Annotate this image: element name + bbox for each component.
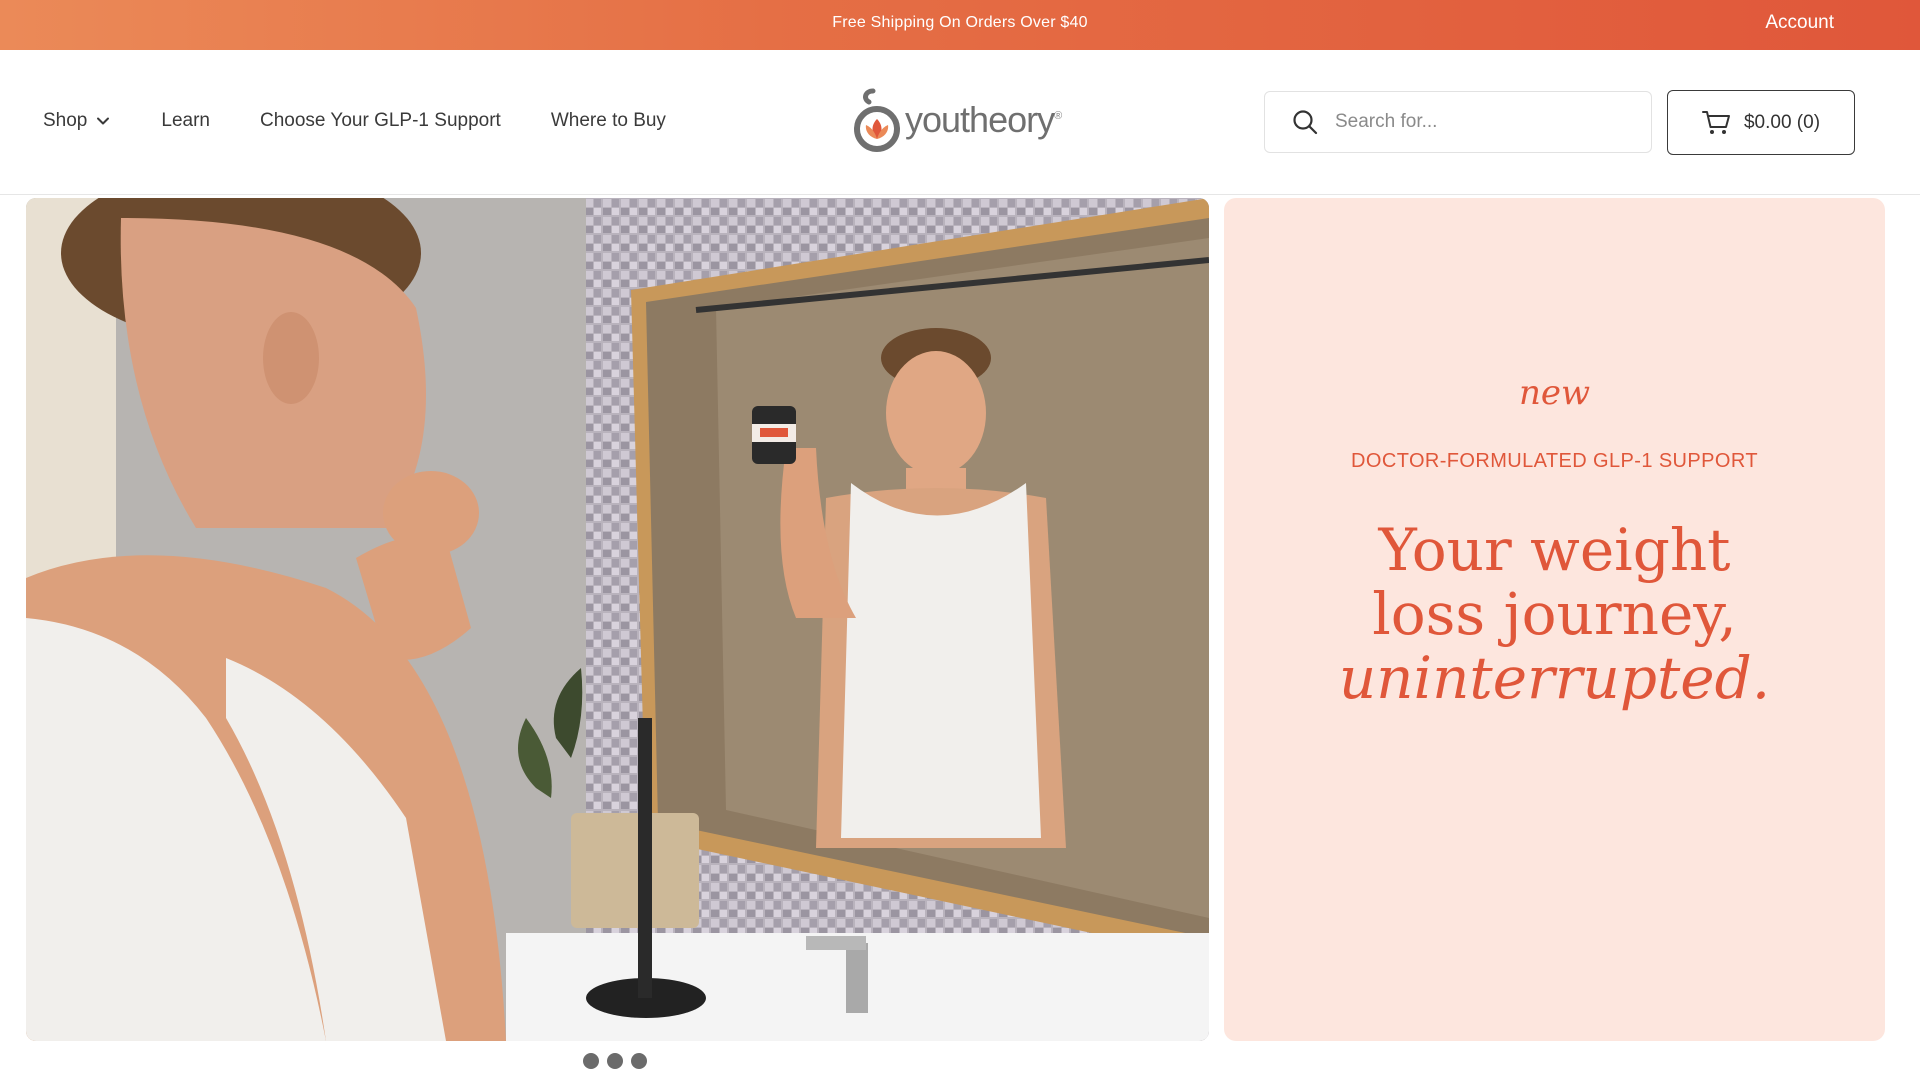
carousel-dot-3[interactable]: [631, 1053, 647, 1069]
account-link[interactable]: Account: [1765, 12, 1834, 34]
nav-item-learn[interactable]: Learn: [161, 110, 210, 132]
logo-wordmark: youtheory®: [905, 99, 1062, 141]
bathroom-mirror-photo-icon: [26, 198, 1209, 1041]
carousel-dots: [583, 1053, 655, 1069]
cart-button[interactable]: $0.00 (0): [1667, 90, 1855, 155]
panel-headline: Your weight loss journey, uninterrupted.: [1224, 518, 1885, 710]
logo-trademark: ®: [1054, 110, 1062, 122]
nav-item-label: Choose Your GLP-1 Support: [259, 110, 501, 131]
nav-item-choose-glp1[interactable]: Choose Your GLP-1 Support: [260, 110, 501, 132]
cart-icon: [1701, 110, 1730, 134]
search-icon: [1293, 110, 1318, 135]
nav-item-label: Where to Buy: [550, 110, 666, 131]
site-header: Shop Learn Choose Your GLP-1 Support Whe…: [0, 50, 1920, 195]
logo-wordmark-text: youtheory: [905, 99, 1055, 140]
nav-item-label: Learn: [161, 110, 210, 131]
main-nav: Shop Learn Choose Your GLP-1 Support Whe…: [43, 110, 716, 132]
logo-mark-icon: [854, 88, 900, 152]
promo-bar: Free Shipping On Orders Over $40 Account: [0, 0, 1920, 50]
brand-logo[interactable]: youtheory®: [851, 85, 1062, 155]
hero-promo-panel[interactable]: new DOCTOR-FORMULATED GLP-1 SUPPORT Your…: [1224, 198, 1885, 1041]
nav-item-where-to-buy[interactable]: Where to Buy: [551, 110, 666, 132]
carousel-dot-2[interactable]: [607, 1053, 623, 1069]
cart-total: $0.00 (0): [1743, 111, 1821, 133]
headline-line-2: loss journey,: [1372, 580, 1737, 648]
promo-text: Free Shipping On Orders Over $40: [832, 14, 1088, 31]
search-input[interactable]: [1335, 111, 1625, 133]
panel-eyebrow: new: [1518, 373, 1591, 413]
panel-subtitle: DOCTOR-FORMULATED GLP-1 SUPPORT: [1351, 450, 1758, 472]
headline-line-3: uninterrupted.: [1338, 644, 1771, 712]
search-box[interactable]: [1264, 91, 1652, 153]
hero-image[interactable]: [26, 198, 1209, 1041]
nav-item-shop[interactable]: Shop: [43, 110, 111, 132]
chevron-down-icon: [97, 117, 110, 125]
nav-item-label: Shop: [43, 110, 88, 131]
headline-line-1: Your weight: [1378, 516, 1731, 584]
carousel-dot-1[interactable]: [583, 1053, 599, 1069]
